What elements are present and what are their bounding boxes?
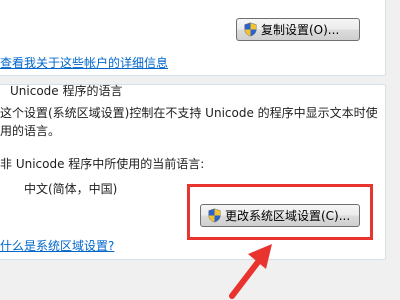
change-system-locale-button[interactable]: 更改系统区域设置(C)... bbox=[200, 204, 360, 227]
copy-settings-label: 复制设置(O)... bbox=[261, 23, 340, 37]
change-system-locale-label: 更改系统区域设置(C)... bbox=[225, 209, 351, 223]
current-language-label: 非 Unicode 程序中所使用的当前语言: bbox=[0, 157, 205, 171]
uac-shield-icon bbox=[244, 22, 257, 37]
current-language-value: 中文(简体，中国) bbox=[24, 182, 118, 196]
section-title: Unicode 程序的语言 bbox=[10, 84, 123, 98]
section-description-line1: 这个设置(系统区域设置)控制在不支持 Unicode 的程序中显示文本时使 bbox=[0, 106, 378, 120]
section-description-line2: 用的语言。 bbox=[0, 124, 61, 138]
copy-settings-button[interactable]: 复制设置(O)... bbox=[236, 18, 360, 41]
uac-shield-icon bbox=[208, 208, 221, 223]
red-arrow-icon bbox=[229, 244, 272, 299]
account-details-link[interactable]: 查看我关于这些帐户的详细信息 bbox=[0, 54, 168, 71]
what-is-system-locale-link[interactable]: 什么是系统区域设置? bbox=[0, 237, 114, 254]
